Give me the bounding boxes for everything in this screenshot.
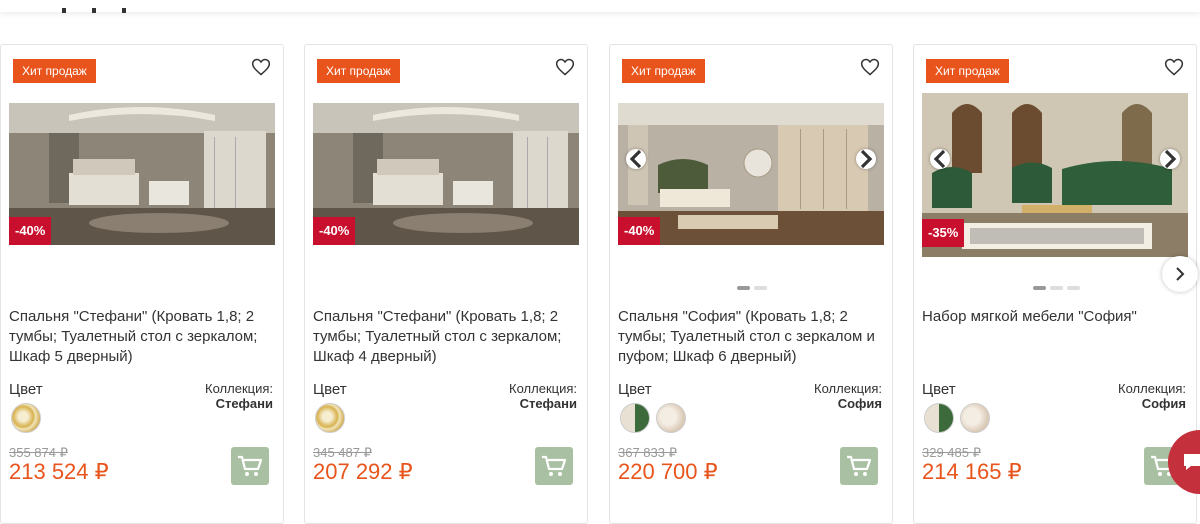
product-image[interactable]: -40% — [9, 103, 275, 245]
product-title[interactable]: Набор мягкой мебели "София" — [922, 307, 1192, 327]
product-card[interactable]: Хит продаж -40% Спальня "Стефани" (Крова… — [304, 44, 588, 524]
pagination-dot-active[interactable] — [1032, 286, 1046, 290]
collection-name: София — [837, 396, 882, 411]
image-next-button[interactable] — [856, 149, 876, 169]
color-swatch-green[interactable] — [620, 403, 650, 433]
chat-icon — [1184, 454, 1200, 470]
color-swatch-gold[interactable] — [315, 403, 345, 433]
product-card[interactable]: Хит продаж -35% Набор мягкой мебели "Соф… — [913, 44, 1197, 524]
color-swatches — [620, 403, 692, 437]
collection-info: Коллекция: София — [1118, 381, 1186, 411]
image-prev-button[interactable] — [626, 149, 646, 169]
product-card[interactable]: Хит продаж -40% Спальня "Стефани" (Крова… — [0, 44, 284, 524]
color-label: Цвет — [922, 381, 956, 398]
carousel-next-button[interactable] — [1162, 256, 1198, 292]
collection-label: Коллекция: — [814, 381, 882, 396]
collection-info: Коллекция: Стефани — [509, 381, 577, 411]
collection-name: София — [1141, 396, 1186, 411]
heading-cut-off — [62, 0, 152, 13]
collection-label: Коллекция: — [1118, 381, 1186, 396]
cart-icon — [238, 455, 263, 476]
bestseller-badge: Хит продаж — [13, 59, 96, 83]
chevron-left-icon — [933, 149, 946, 169]
bestseller-badge: Хит продаж — [622, 59, 705, 83]
pagination-dot[interactable] — [1066, 286, 1080, 290]
color-label: Цвет — [618, 381, 652, 398]
add-to-cart-button[interactable] — [231, 447, 269, 485]
color-swatches — [315, 403, 351, 437]
heart-icon[interactable] — [555, 57, 575, 77]
discount-badge: -40% — [9, 217, 52, 245]
image-prev-button[interactable] — [930, 149, 950, 169]
cart-icon — [542, 455, 567, 476]
discount-badge: -40% — [313, 217, 356, 245]
color-swatch-green[interactable] — [924, 403, 954, 433]
chevron-right-icon — [1176, 267, 1185, 281]
add-to-cart-button[interactable] — [535, 447, 573, 485]
heart-icon[interactable] — [1164, 57, 1184, 77]
current-price: 220 700 ₽ — [618, 459, 718, 484]
current-price: 207 292 ₽ — [313, 459, 413, 484]
discount-badge: -40% — [618, 217, 661, 245]
cart-icon — [847, 455, 872, 476]
color-swatch-beige[interactable] — [656, 403, 686, 433]
product-image[interactable]: -40% — [618, 103, 884, 245]
current-price: 214 165 ₽ — [922, 459, 1022, 484]
collection-label: Коллекция: — [205, 381, 273, 396]
current-price: 213 524 ₽ — [9, 459, 109, 484]
collection-label: Коллекция: — [509, 381, 577, 396]
heart-icon[interactable] — [251, 57, 271, 77]
image-pagination — [610, 277, 894, 295]
header-bar — [0, 0, 1200, 13]
collection-name: Стефани — [215, 396, 273, 411]
color-label: Цвет — [9, 381, 43, 398]
add-to-cart-button[interactable] — [840, 447, 878, 485]
bestseller-badge: Хит продаж — [926, 59, 1009, 83]
discount-badge: -35% — [922, 219, 965, 247]
chevron-right-icon — [860, 149, 873, 169]
product-card[interactable]: Хит продаж -40% Спальня "София" (Кровать… — [609, 44, 893, 524]
chevron-right-icon — [1164, 149, 1177, 169]
collection-info: Коллекция: Стефани — [205, 381, 273, 411]
color-swatch-gold[interactable] — [11, 403, 41, 433]
image-pagination — [914, 277, 1198, 295]
pagination-dot[interactable] — [754, 286, 767, 290]
image-next-button[interactable] — [1160, 149, 1180, 169]
chevron-left-icon — [629, 149, 642, 169]
color-swatches — [11, 403, 47, 437]
product-image[interactable]: -35% — [922, 93, 1188, 257]
pagination-dot-active[interactable] — [737, 286, 750, 290]
color-swatches — [924, 403, 996, 437]
pagination-dot[interactable] — [1049, 286, 1063, 290]
color-label: Цвет — [313, 381, 347, 398]
heart-icon[interactable] — [860, 57, 880, 77]
product-title[interactable]: Спальня "Стефани" (Кровать 1,8; 2 тумбы;… — [9, 307, 279, 367]
collection-name: Стефани — [519, 396, 577, 411]
product-title[interactable]: Спальня "София" (Кровать 1,8; 2 тумбы; Т… — [618, 307, 888, 367]
color-swatch-beige[interactable] — [960, 403, 990, 433]
product-title[interactable]: Спальня "Стефани" (Кровать 1,8; 2 тумбы;… — [313, 307, 583, 367]
product-image[interactable]: -40% — [313, 103, 579, 245]
bestseller-badge: Хит продаж — [317, 59, 400, 83]
collection-info: Коллекция: София — [814, 381, 882, 411]
